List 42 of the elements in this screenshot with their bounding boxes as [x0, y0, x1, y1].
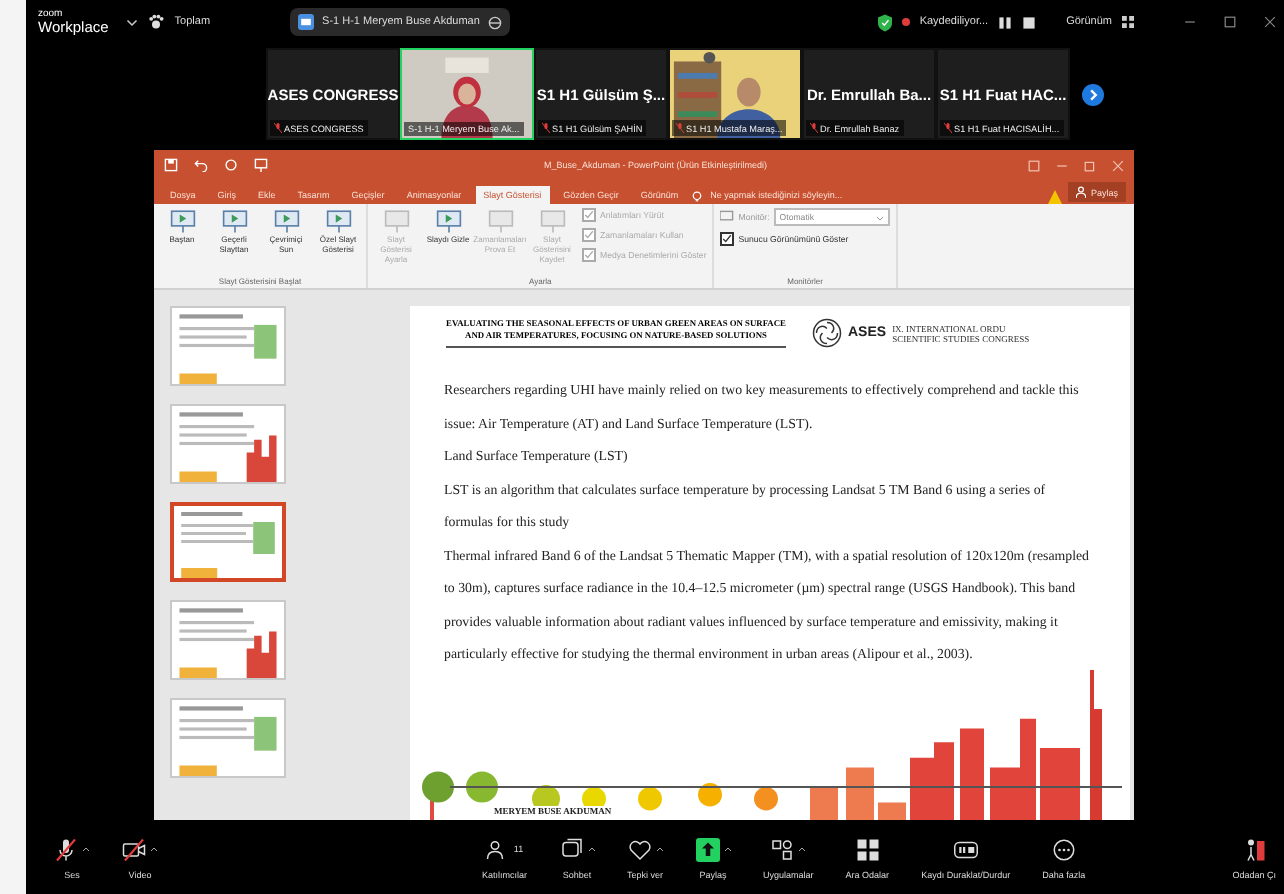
presentation-screen-icon: [273, 208, 299, 234]
microphone-icon: [54, 837, 78, 861]
save-icon[interactable]: [164, 158, 178, 172]
person-icon: [1076, 186, 1087, 198]
slide-thumbnail[interactable]: [170, 404, 286, 484]
apps-icon: [770, 837, 795, 861]
heart-icon: [627, 837, 652, 861]
close-icon[interactable]: [1112, 159, 1124, 171]
camera-icon: [122, 837, 146, 861]
presentation-screen-icon: [221, 208, 247, 234]
more-icon: [1051, 837, 1076, 861]
stop-icon[interactable]: [1022, 15, 1037, 29]
grid-icon: [855, 837, 880, 861]
presentation-icon[interactable]: [254, 158, 268, 172]
spiral-logo-icon: [812, 318, 842, 349]
grid-icon[interactable]: [1122, 16, 1134, 28]
checkmark-icon: [722, 234, 733, 244]
arrow-up-icon: [695, 837, 720, 861]
slide-thumbnail[interactable]: [170, 502, 286, 582]
slide-thumbnail[interactable]: [170, 306, 286, 386]
maximize-icon[interactable]: [1224, 16, 1236, 28]
presentation-screen-icon: [325, 208, 351, 234]
restore-icon[interactable]: [1084, 159, 1096, 171]
pause-stop-icon: [953, 837, 978, 861]
pause-icon[interactable]: [998, 15, 1013, 29]
minimize-icon[interactable]: [1184, 16, 1196, 28]
slide-thumbnail[interactable]: [170, 600, 286, 680]
undo-icon[interactable]: [194, 158, 208, 172]
shield-icon[interactable]: [877, 13, 892, 31]
recording-dot-icon: [901, 18, 910, 26]
share-screen-icon: [298, 14, 315, 30]
close-icon[interactable]: [1264, 16, 1276, 28]
ribbon-options-icon[interactable]: [1028, 159, 1040, 171]
chevron-down-icon[interactable]: [126, 16, 139, 28]
next-arrow-button[interactable]: [1082, 81, 1104, 107]
presentation-screen-icon: [169, 208, 195, 234]
chat-icon: [559, 837, 584, 861]
slide-thumbnail[interactable]: [170, 698, 286, 778]
exit-icon: [1242, 837, 1267, 861]
presentation-screen-icon: [435, 208, 461, 234]
paw-icon: [148, 14, 165, 30]
monitor-icon: [720, 210, 735, 224]
